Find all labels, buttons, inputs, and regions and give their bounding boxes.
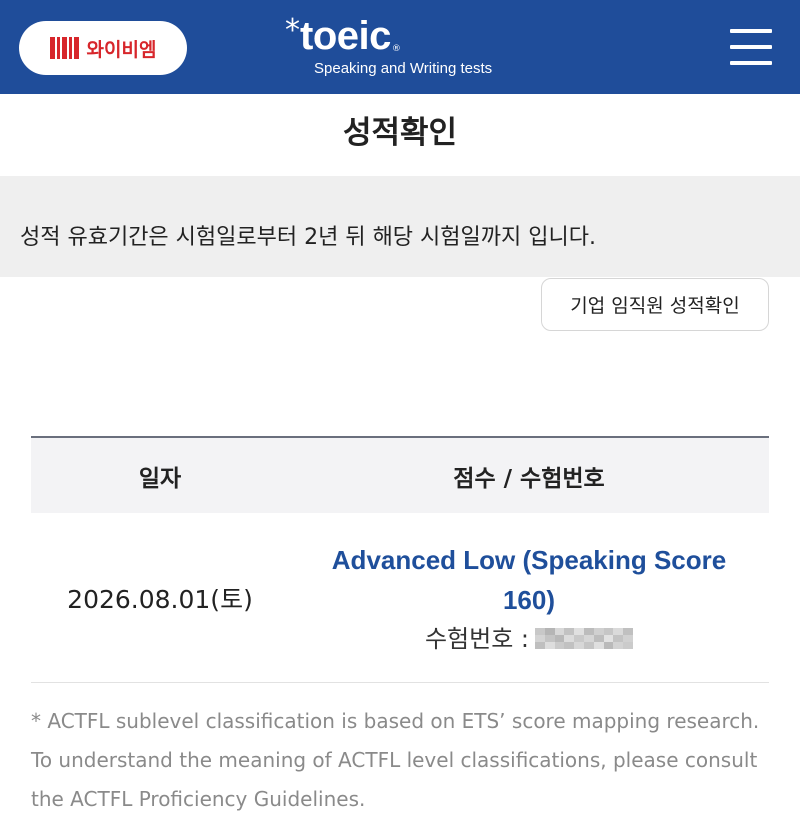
score-level-line-1: Advanced Low (Speaking Score <box>331 544 727 575</box>
table-header-row: 일자 점수 / 수험번호 <box>31 436 769 513</box>
actfl-footnote: * ACTFL sublevel classification is based… <box>31 709 760 811</box>
table-row: 2026.08.01(토) Advanced Low (Speaking Sco… <box>31 513 769 683</box>
toeic-logo[interactable]: * toeic ® Speaking and Writing tests <box>285 14 525 84</box>
asterisk-logo-icon: * <box>285 13 300 48</box>
score-table: 일자 점수 / 수험번호 2026.08.01(토) Advanced Low … <box>31 436 769 683</box>
hamburger-menu-icon[interactable] <box>730 29 772 65</box>
score-cell: Advanced Low (Speaking Score 160) 수험번호 : <box>289 540 769 656</box>
page-title: 성적확인 <box>342 115 458 151</box>
toeic-logo-word: toeic <box>300 14 391 58</box>
ybm-logo-mark-icon <box>49 37 79 59</box>
test-date: 2026.08.01(토) <box>67 584 253 614</box>
top-header-bar: 와이비엠 * toeic ® Speaking and Writing test… <box>0 0 800 94</box>
registered-mark: ® <box>391 44 401 54</box>
registration-number-line: 수험번호 : <box>289 622 769 656</box>
column-header-score: 점수 / 수험번호 <box>453 465 605 492</box>
redacted-registration-number-icon <box>535 627 633 650</box>
ybm-logo-button[interactable]: 와이비엠 <box>19 21 187 75</box>
score-level-line-2: 160) <box>502 584 556 615</box>
toeic-logo-subtitle: Speaking and Writing tests <box>314 60 493 77</box>
validity-notice-text: 성적 유효기간은 시험일로부터 2년 뒤 해당 시험일까지 입니다. <box>20 225 596 250</box>
column-header-date: 일자 <box>138 465 182 492</box>
registration-number-label: 수험번호 : <box>424 624 530 653</box>
ybm-brand-text: 와이비엠 <box>86 38 157 61</box>
validity-notice-band: 성적 유효기간은 시험일로부터 2년 뒤 해당 시험일까지 입니다. <box>0 176 800 277</box>
corporate-score-check-button[interactable]: 기업 임직원 성적확인 <box>541 278 769 331</box>
